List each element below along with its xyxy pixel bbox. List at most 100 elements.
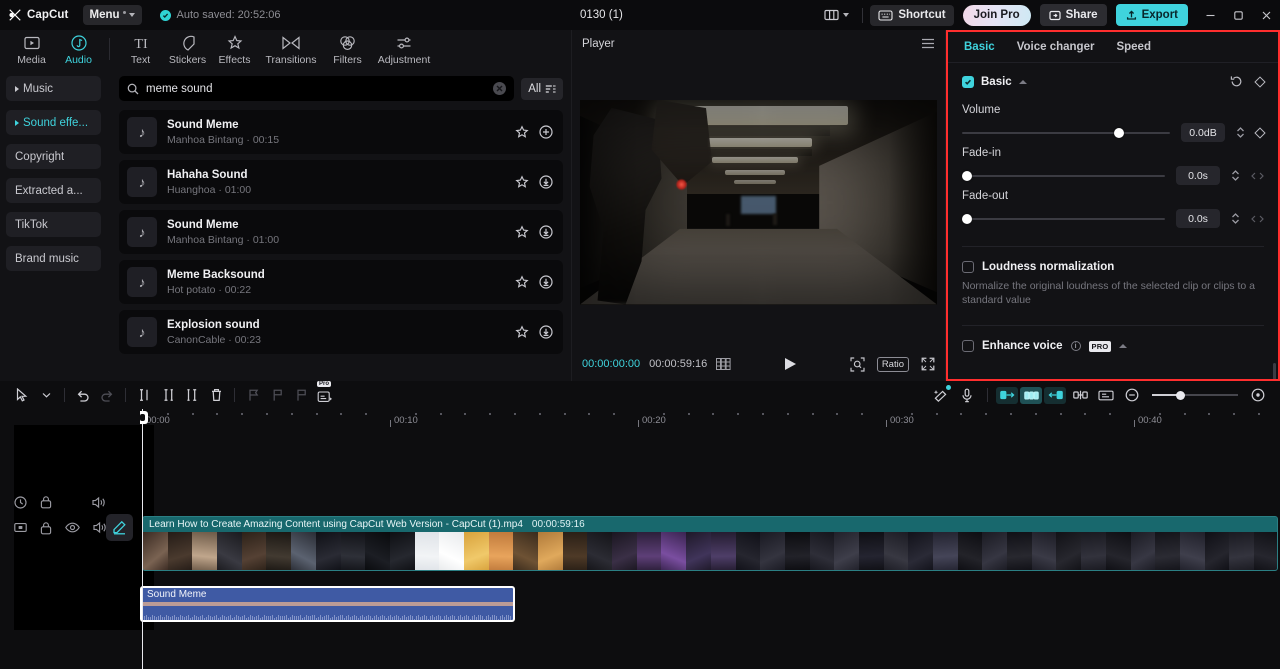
tab-voice-changer[interactable]: Voice changer	[1017, 41, 1095, 53]
close-button[interactable]	[1252, 0, 1280, 30]
slider-knob[interactable]	[962, 170, 972, 181]
slider-knob[interactable]	[1176, 390, 1186, 400]
fade-out-slider[interactable]	[962, 213, 1165, 225]
split-icon[interactable]	[132, 383, 156, 407]
favorite-star-icon[interactable]	[515, 225, 529, 239]
marker-right-icon[interactable]	[289, 383, 313, 407]
volume-keyframe-icon[interactable]	[1254, 126, 1266, 139]
nav-tab-adjustment[interactable]: Adjustment	[371, 32, 437, 66]
keyframe-icon[interactable]	[14, 521, 27, 534]
favorite-star-icon[interactable]	[515, 175, 529, 189]
magic-wand-icon[interactable]	[929, 383, 953, 407]
timeline-zoom-slider[interactable]	[1152, 389, 1238, 401]
lock-icon[interactable]	[40, 495, 52, 509]
add-to-timeline-icon[interactable]	[539, 125, 553, 139]
fade-in-stepper[interactable]	[1231, 170, 1240, 181]
audio-track[interactable]: Sound Meme	[140, 586, 515, 622]
download-icon[interactable]	[539, 225, 553, 239]
favorite-star-icon[interactable]	[515, 275, 529, 289]
lock-icon[interactable]	[40, 521, 52, 535]
info-icon[interactable]: i	[1070, 341, 1081, 351]
eye-icon[interactable]	[65, 522, 80, 533]
category-extracted-audio[interactable]: Extracted a...	[6, 178, 101, 203]
speaker-icon[interactable]	[93, 521, 107, 534]
select-icon[interactable]	[10, 383, 34, 407]
download-icon[interactable]	[539, 275, 553, 289]
trim-left-icon[interactable]	[156, 383, 180, 407]
enhance-voice-row[interactable]: Enhance voice i PRO	[962, 340, 1264, 352]
clip-start-icon[interactable]	[996, 386, 1018, 404]
list-item[interactable]: ♪ Meme Backsound Hot potato · 00:22	[119, 260, 563, 304]
delete-icon[interactable]	[204, 383, 228, 407]
basic-section-checkbox[interactable]	[962, 75, 974, 88]
nav-tab-audio[interactable]: Audio	[55, 32, 102, 66]
volume-value[interactable]: 0.0dB	[1181, 123, 1225, 142]
redo-icon[interactable]	[95, 383, 119, 407]
enhance-voice-checkbox[interactable]	[962, 340, 974, 352]
download-icon[interactable]	[539, 325, 553, 339]
edit-track-button[interactable]	[106, 514, 133, 541]
download-icon[interactable]	[539, 175, 553, 189]
loudness-normalization-checkbox[interactable]	[962, 261, 974, 273]
timeline-scroll-area[interactable]: 00:00 00:10 00:20 00:30 00:40 Learn How …	[140, 409, 1280, 669]
chevron-up-icon[interactable]	[1119, 344, 1128, 348]
fade-out-value[interactable]: 0.0s	[1176, 209, 1220, 228]
favorite-star-icon[interactable]	[515, 325, 529, 339]
search-input[interactable]	[146, 82, 487, 95]
slider-knob[interactable]	[962, 213, 972, 224]
volume-slider[interactable]	[962, 127, 1170, 139]
keyframe-icon[interactable]	[1254, 75, 1266, 88]
volume-stepper[interactable]	[1236, 127, 1245, 138]
nav-tab-media[interactable]: Media	[8, 32, 55, 66]
trim-right-icon[interactable]	[180, 383, 204, 407]
minimize-button[interactable]	[1196, 0, 1224, 30]
ratio-button[interactable]: Ratio	[876, 356, 909, 372]
nav-tab-transitions[interactable]: Transitions	[258, 32, 324, 66]
zoom-in-icon[interactable]	[1246, 383, 1270, 407]
crop-icon[interactable]	[1094, 383, 1118, 407]
slider-knob[interactable]	[1113, 127, 1124, 138]
list-item[interactable]: ♪ Hahaha Sound Huanghoa · 01:00	[119, 160, 563, 204]
filter-all-button[interactable]: All	[521, 77, 563, 100]
video-clip[interactable]: Learn How to Create Amazing Content usin…	[142, 516, 1278, 571]
tab-speed[interactable]: Speed	[1116, 41, 1151, 53]
fade-in-value[interactable]: 0.0s	[1176, 166, 1220, 185]
nav-tab-stickers[interactable]: Stickers	[164, 32, 211, 66]
maximize-button[interactable]	[1224, 0, 1252, 30]
reset-icon[interactable]	[1230, 75, 1243, 88]
video-preview[interactable]	[580, 99, 937, 305]
export-button[interactable]: Export	[1115, 4, 1188, 26]
microphone-icon[interactable]	[955, 383, 979, 407]
category-brand-music[interactable]: Brand music	[6, 246, 101, 271]
nav-tab-text[interactable]: TI Text	[117, 32, 164, 67]
loudness-normalization-row[interactable]: Loudness normalization	[962, 261, 1264, 273]
properties-scrollbar[interactable]	[1273, 363, 1276, 379]
category-copyright[interactable]: Copyright	[6, 144, 101, 169]
zoom-fit-icon[interactable]	[850, 356, 865, 372]
category-tiktok[interactable]: TikTok	[6, 212, 101, 237]
speaker-icon[interactable]	[92, 496, 106, 509]
fade-in-slider[interactable]	[962, 170, 1165, 182]
list-item[interactable]: ♪ Explosion sound CanonCable · 00:23	[119, 310, 563, 354]
share-button[interactable]: Share	[1039, 4, 1107, 26]
category-music[interactable]: Music	[6, 76, 101, 101]
timeline-ruler[interactable]: 00:00 00:10 00:20 00:30 00:40	[140, 409, 1280, 431]
category-sound-effects[interactable]: Sound effe...	[6, 110, 101, 135]
join-pro-button[interactable]: Join Pro	[962, 4, 1031, 26]
clip-mid-icon[interactable]	[1020, 386, 1042, 404]
mirror-icon[interactable]	[1068, 383, 1092, 407]
list-item[interactable]: ♪ Sound Meme Manhoa Bintang · 01:00	[119, 210, 563, 254]
clear-search-icon[interactable]	[493, 82, 507, 95]
playhead[interactable]	[140, 409, 148, 669]
nav-tab-filters[interactable]: Filters	[324, 32, 371, 66]
audio-clip[interactable]: Sound Meme	[140, 586, 515, 622]
search-box[interactable]	[119, 76, 515, 101]
tab-basic[interactable]: Basic	[964, 41, 995, 53]
chevron-up-icon[interactable]	[1018, 79, 1027, 84]
chevron-down-icon[interactable]	[34, 383, 58, 407]
shortcut-button[interactable]: Shortcut	[870, 4, 954, 26]
player-menu-icon[interactable]	[921, 38, 935, 49]
mute-toggle-icon[interactable]	[14, 495, 27, 509]
undo-icon[interactable]	[71, 383, 95, 407]
auto-caption-pro-icon[interactable]: Pro	[313, 381, 337, 407]
